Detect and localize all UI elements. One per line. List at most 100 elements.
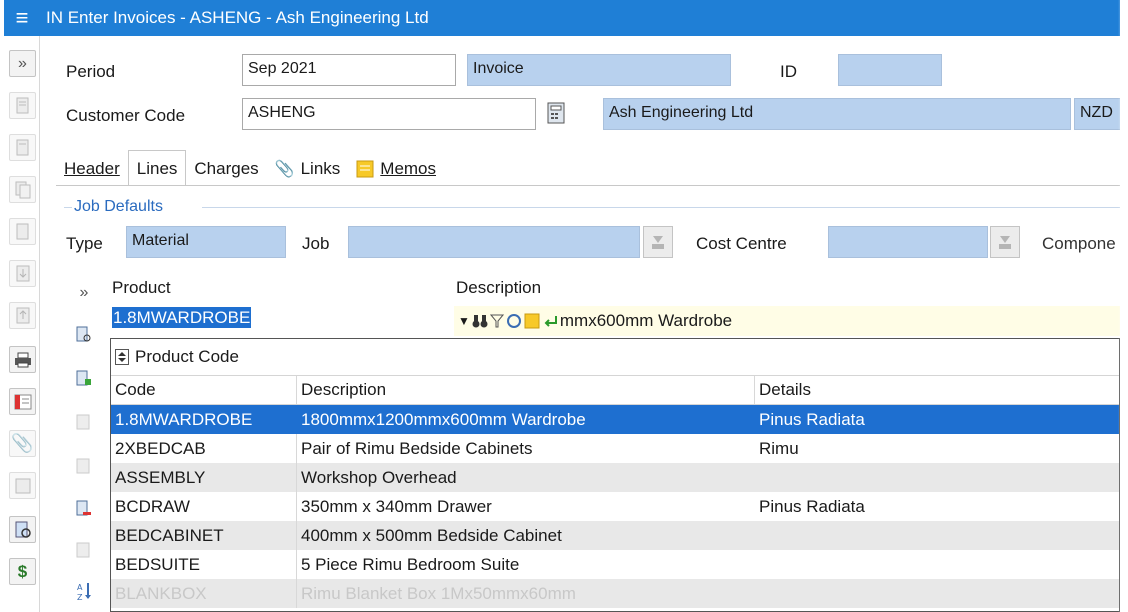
product-input[interactable]: 1.8MWARDROBE [112,307,452,334]
cell-description: Pair of Rimu Bedside Cabinets [301,438,533,458]
note-button[interactable] [9,472,36,499]
menu-icon[interactable]: ≡ [4,0,40,36]
tab-links-label: Links [300,159,341,178]
move-up-icon [76,414,90,430]
description-input[interactable]: ▼ mmx600mm Wardrobe [454,306,1120,336]
left-toolbar: » 📎 $ [4,36,40,612]
find-line-icon [76,326,91,342]
dollar-icon: $ [17,561,28,581]
find-line-button[interactable] [74,324,94,346]
dropdown-arrow-icon[interactable]: ▼ [458,314,470,328]
expand-icon: » [18,54,27,72]
period-field[interactable]: Sep 2021 [242,54,456,86]
dropdown-download-icon [652,236,664,249]
expand-icon: » [79,284,89,301]
table-row[interactable]: BEDCABINET 400mm x 500mm Bedside Cabinet [111,521,1119,550]
move-line-up-button[interactable] [74,412,94,434]
lines-toolbar: » AZ [58,272,108,612]
currency-field: NZD [1074,98,1120,130]
cost-centre-field[interactable] [828,226,988,258]
dropdown-sort-label: Product Code [135,347,239,366]
add-line-button[interactable] [74,368,94,390]
product-input-value: 1.8MWARDROBE [112,307,252,328]
tab-memos[interactable]: Memos [348,152,444,186]
add-doc-button[interactable] [9,134,36,161]
table-row[interactable]: BEDSUITE 5 Piece Rimu Bedroom Suite [111,550,1119,579]
job-defaults-title: Job Defaults [74,198,163,215]
cost-centre-dropdown-button[interactable] [990,226,1020,258]
import-button[interactable] [9,260,36,287]
note-icon [15,478,30,493]
binoculars-icon[interactable] [472,313,488,329]
job-dropdown-button[interactable] [643,226,673,258]
expand-toolbar-button[interactable]: » [9,50,36,77]
window-title: IN Enter Invoices - ASHENG - Ash Enginee… [46,8,429,27]
tab-lines-label: Lines [136,158,178,178]
tab-memos-label: Memos [380,159,437,178]
return-arrow-icon[interactable] [542,313,558,329]
line-action-icons: ▼ [458,313,558,329]
spellcheck-button[interactable] [9,516,36,543]
sort-button[interactable]: AZ [74,580,94,602]
print-icon [14,352,31,367]
cell-code: 1.8MWARDROBE [115,409,253,429]
filter-icon[interactable] [489,313,504,329]
tab-divider [56,185,1120,186]
cell-details: Pinus Radiata [759,496,865,516]
print-button[interactable] [9,346,36,373]
document-type-field: Invoice [467,54,731,86]
table-row[interactable]: ASSEMBLY Workshop Overhead [111,463,1119,492]
delete-line-icon [76,500,91,516]
report-button[interactable] [9,388,36,415]
tab-lines[interactable]: Lines [127,150,187,186]
column-description[interactable]: Description [297,376,755,404]
column-code[interactable]: Code [111,376,297,404]
expand-lines-button[interactable]: » [74,282,94,304]
attachment-button[interactable]: 📎 [9,430,36,457]
export-button[interactable] [9,302,36,329]
customer-code-field[interactable]: ASHENG [242,98,536,130]
sort-toggle-icon[interactable] [115,349,129,365]
attachment-icon: 📎 [274,161,295,178]
delete-line-button[interactable] [74,498,94,520]
cell-details: Rimu [759,438,799,458]
group-border-top [202,207,1120,208]
move-line-down-button[interactable] [74,456,94,478]
tab-bar: Header Lines Charges 📎 Links Memos [56,150,444,186]
cell-description: 5 Piece Rimu Bedroom Suite [301,554,520,574]
copy-doc-icon [15,181,30,198]
cell-details [755,463,1119,492]
right-fade [1118,0,1128,612]
tab-charges[interactable]: Charges [186,152,266,186]
add-line-icon [76,370,91,386]
customer-lookup-button[interactable] [542,98,570,128]
link-icon[interactable] [506,313,522,329]
tab-links[interactable]: 📎 Links [267,152,349,186]
copy-doc-button[interactable] [9,176,36,203]
memo-icon[interactable] [524,313,540,329]
customer-code-label: Customer Code [66,106,186,125]
calculator-icon [547,102,565,124]
column-details[interactable]: Details [755,376,1119,404]
list-doc-button[interactable] [9,218,36,245]
type-field[interactable]: Material [126,226,286,258]
dropdown-sort-header[interactable]: Product Code [111,339,1119,375]
cell-code: BEDCABINET [111,521,297,550]
component-label: Compone [1042,234,1116,253]
edit-doc-button[interactable] [9,92,36,119]
tab-charges-label: Charges [194,159,259,178]
table-row[interactable]: BLANKBOX Rimu Blanket Box 1Mx50mmx60mm [111,579,1119,608]
currency-button[interactable]: $ [9,558,36,585]
cell-code: BEDSUITE [111,550,297,579]
table-row[interactable]: 2XBEDCAB Pair of Rimu Bedside Cabinets R… [111,434,1119,463]
cell-description: 350mm x 340mm Drawer [301,496,492,516]
id-label: ID [780,62,797,81]
svg-text:A: A [77,583,83,592]
cell-description: 400mm x 500mm Bedside Cabinet [301,525,562,545]
job-field[interactable] [348,226,640,258]
tab-header[interactable]: Header [56,152,128,186]
import-line-button[interactable] [74,540,94,562]
table-row[interactable]: 1.8MWARDROBE 1800mmx1200mmx600mm Wardrob… [111,405,1119,434]
cell-details [755,579,1119,608]
table-row[interactable]: BCDRAW 350mm x 340mm Drawer Pinus Radiat… [111,492,1119,521]
